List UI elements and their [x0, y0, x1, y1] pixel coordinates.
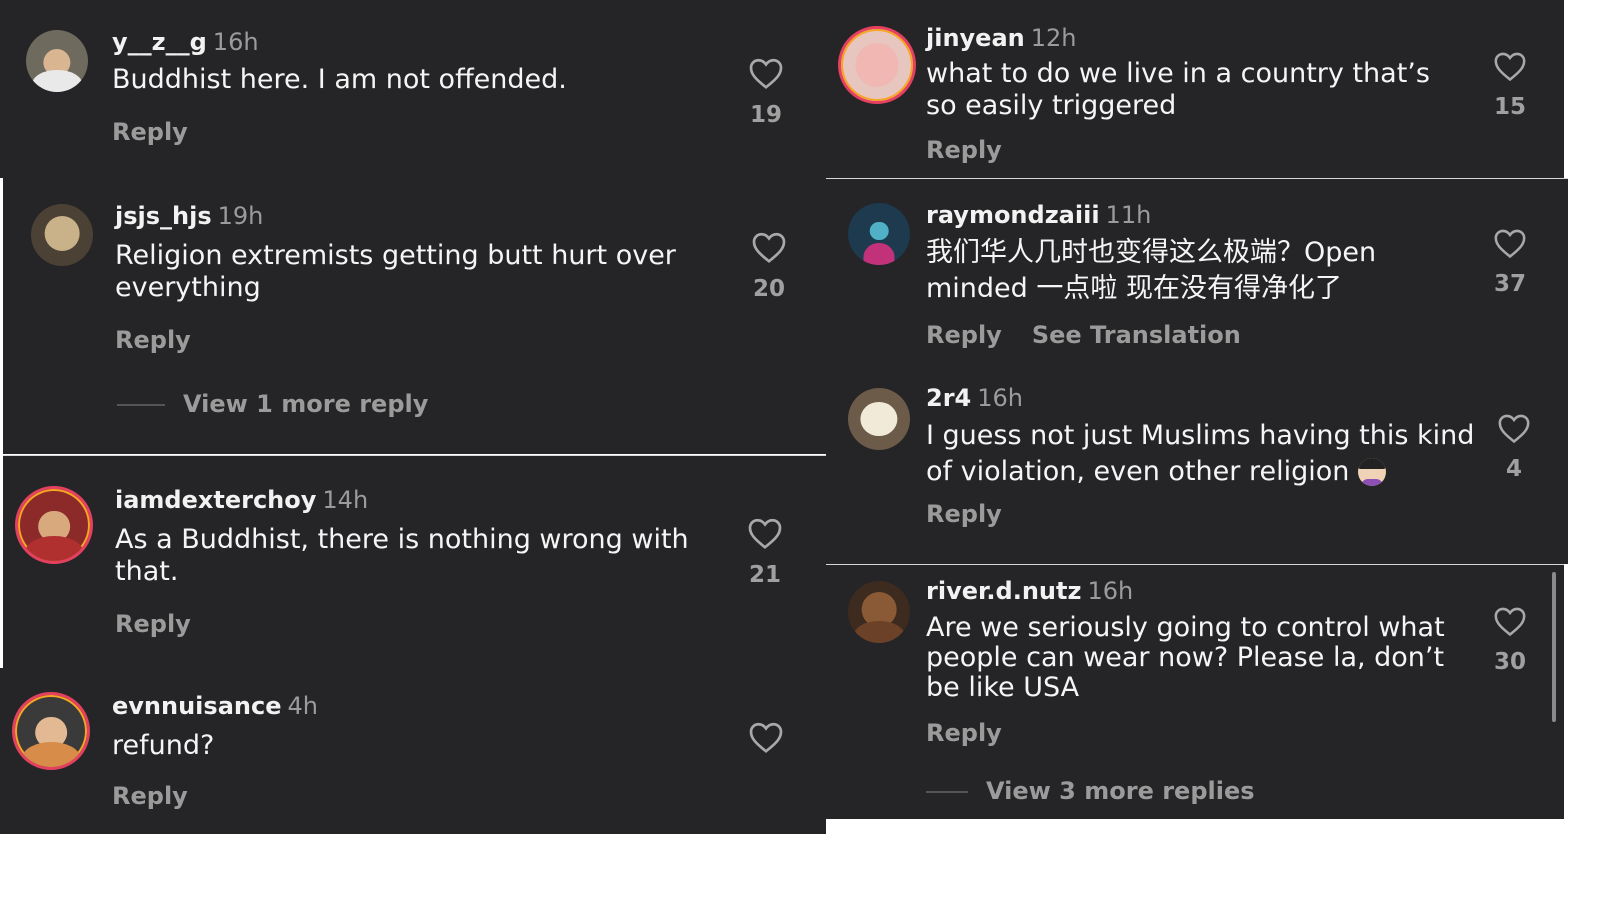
reply-button[interactable]: Reply — [115, 610, 191, 638]
comment-item: iamdexterchoy 14h As a Buddhist, there is… — [3, 456, 826, 669]
avatar[interactable] — [848, 581, 910, 643]
avatar[interactable] — [848, 203, 910, 265]
avatar[interactable] — [12, 692, 90, 770]
timestamp: 11h — [1105, 201, 1152, 229]
avatar[interactable] — [31, 204, 93, 266]
like-count: 21 — [748, 562, 781, 588]
timestamp: 12h — [1030, 24, 1077, 52]
divider-line — [117, 404, 165, 406]
comment-text: I guess not just Muslims having this kin… — [926, 418, 1486, 489]
heart-icon[interactable] — [1493, 605, 1527, 637]
reply-button[interactable]: Reply — [926, 321, 1002, 349]
right-panel-top: jinyean 12h what to do we live in a count… — [826, 0, 1564, 178]
username[interactable]: river.d.nutz — [926, 577, 1081, 605]
comment-item: jsjs_hjs 19h Religion extremists getting … — [3, 178, 826, 454]
reply-button[interactable]: Reply — [926, 500, 1002, 528]
view-more-replies[interactable]: View 3 more replies — [926, 777, 1255, 805]
comment-text: Buddhist here. I am not offended. — [112, 64, 567, 95]
comment-text-body: I guess not just Muslims having this kin… — [926, 420, 1475, 487]
comment-text: refund? — [112, 730, 215, 761]
comment-text: Religion extremists getting butt hurt ov… — [115, 240, 676, 303]
timestamp: 16h — [1087, 577, 1134, 605]
right-panel-lower: 2r4 16h I guess not just Muslims having t… — [826, 368, 1568, 564]
left-panel-bottom: evnnuisance 4h refund? Reply — [0, 668, 826, 834]
comment-item: river.d.nutz 16h Are we seriously going t… — [826, 565, 1564, 819]
avatar[interactable] — [838, 26, 916, 104]
heart-icon[interactable] — [751, 230, 787, 264]
username[interactable]: iamdexterchoy — [115, 486, 316, 514]
left-panel-lower: iamdexterchoy 14h As a Buddhist, there is… — [3, 455, 826, 669]
like-count: 19 — [749, 102, 782, 128]
divider-line — [926, 791, 968, 793]
username[interactable]: raymondzaiii — [926, 201, 1100, 229]
heart-icon[interactable] — [1493, 227, 1527, 259]
left-panel-top: y__z__g 16h Buddhist here. I am not offen… — [0, 0, 826, 178]
like-count: 30 — [1493, 649, 1526, 675]
comment-text: Are we seriously going to control what p… — [926, 612, 1445, 704]
reply-button[interactable]: Reply — [926, 136, 1002, 164]
reply-button[interactable]: Reply — [926, 719, 1002, 747]
like-count: 37 — [1493, 271, 1526, 297]
like-count: 4 — [1505, 456, 1522, 482]
heart-icon[interactable] — [1493, 50, 1527, 82]
timestamp: 4h — [287, 692, 318, 720]
scrollbar[interactable] — [1552, 572, 1556, 722]
right-panel-middle: raymondzaiii 11h 我们华人几时也变得这么极端？Open minde… — [826, 178, 1568, 369]
avatar[interactable] — [848, 388, 910, 450]
timestamp: 16h — [212, 28, 259, 56]
comment-item: evnnuisance 4h refund? Reply — [0, 668, 826, 834]
comment-item: y__z__g 16h Buddhist here. I am not offen… — [0, 0, 826, 178]
comment-text: 我们华人几时也变得这么极端？Open minded 一点啦 现在没有得净化了 — [926, 237, 1377, 304]
heart-icon[interactable] — [748, 720, 784, 754]
like-count: 20 — [752, 276, 785, 302]
username[interactable]: 2r4 — [926, 384, 971, 412]
username[interactable]: evnnuisance — [112, 692, 281, 720]
heart-icon[interactable] — [1497, 412, 1531, 444]
reply-button[interactable]: Reply — [115, 326, 191, 354]
avatar[interactable] — [15, 486, 93, 564]
comment-item: 2r4 16h I guess not just Muslims having t… — [826, 368, 1568, 564]
comment-item: jinyean 12h what to do we live in a count… — [826, 0, 1564, 178]
right-panel-bottom: river.d.nutz 16h Are we seriously going t… — [826, 564, 1564, 819]
comment-text: As a Buddhist, there is nothing wrong wi… — [115, 524, 689, 587]
like-count: 15 — [1493, 94, 1526, 120]
comment-item: raymondzaiii 11h 我们华人几时也变得这么极端？Open minde… — [826, 179, 1568, 369]
comment-text: what to do we live in a country that’s s… — [926, 58, 1430, 121]
timestamp: 19h — [217, 202, 264, 230]
see-translation-button[interactable]: See Translation — [1032, 321, 1241, 349]
avatar[interactable] — [26, 30, 88, 92]
left-panel-middle: jsjs_hjs 19h Religion extremists getting … — [3, 178, 826, 454]
timestamp: 14h — [322, 486, 369, 514]
username[interactable]: jinyean — [926, 24, 1025, 52]
heart-icon[interactable] — [748, 56, 784, 90]
woman-facepalming-emoji-icon — [1357, 458, 1386, 487]
username[interactable]: y__z__g — [112, 28, 207, 56]
timestamp: 16h — [977, 384, 1023, 412]
username[interactable]: jsjs_hjs — [115, 202, 212, 230]
view-more-replies[interactable]: View 1 more reply — [117, 390, 428, 418]
reply-button[interactable]: Reply — [112, 118, 188, 146]
reply-button[interactable]: Reply — [112, 782, 188, 810]
heart-icon[interactable] — [747, 516, 783, 550]
